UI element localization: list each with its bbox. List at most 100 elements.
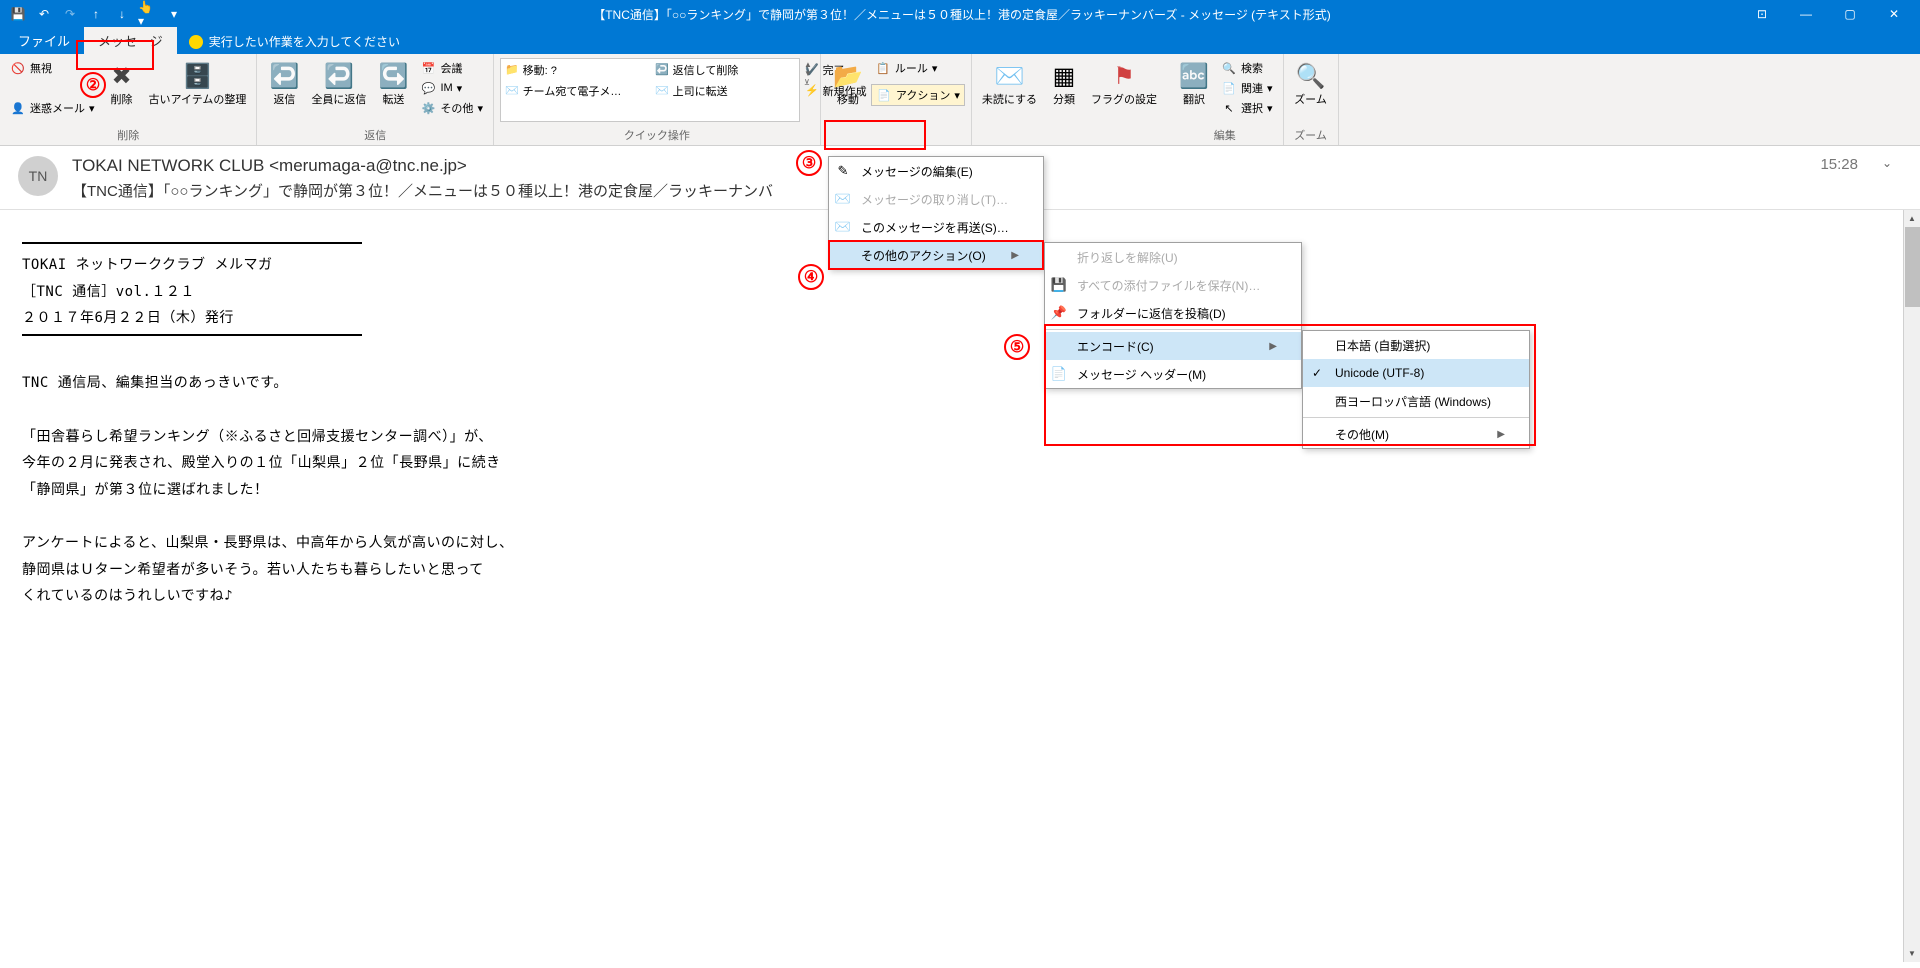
- tab-message[interactable]: メッセージ: [84, 27, 177, 54]
- delete-button[interactable]: ✖削除: [101, 58, 143, 109]
- menu-encoding-utf8[interactable]: ✓Unicode (UTF-8): [1303, 359, 1529, 387]
- ignore-button[interactable]: 🚫無視: [6, 58, 99, 78]
- next-icon[interactable]: ↓: [112, 4, 132, 24]
- body-line: 「田舎暮らし希望ランキング（※ふるさと回帰支援センター調べ）」が、: [22, 424, 1880, 451]
- zoom-button[interactable]: 🔍ズーム: [1290, 58, 1332, 109]
- find-button[interactable]: 🔍検索: [1217, 58, 1277, 78]
- categorize-icon: ▦: [1048, 60, 1080, 92]
- reply-button[interactable]: ↩️返信: [263, 58, 305, 109]
- menu-save-attachments: 💾すべての添付ファイルを保存(N)…: [1045, 271, 1301, 299]
- ribbon-group-move: 📂移動 📋ルール ▾ 📄アクション ▾ 移動: [821, 54, 972, 145]
- redo-icon[interactable]: ↷: [60, 4, 80, 24]
- im-button[interactable]: 💬IM ▾: [416, 78, 487, 98]
- menu-headers[interactable]: 📄メッセージ ヘッダー(M): [1045, 360, 1301, 388]
- window-controls: ⊡ — ▢ ✕: [1740, 0, 1916, 28]
- body-line: くれているのはうれしいですね♪: [22, 583, 1880, 610]
- submenu-arrow-icon: ▶: [1497, 429, 1505, 440]
- qs-move[interactable]: 📁移動: ?: [501, 59, 651, 80]
- menu-encoding-auto-jp[interactable]: 日本語 (自動選択): [1303, 331, 1529, 359]
- qs-reply-delete[interactable]: ↩️返信して削除: [651, 59, 801, 80]
- tell-me-label: 実行したい作業を入力してください: [209, 33, 400, 50]
- message-time: 15:28: [1820, 156, 1868, 173]
- quicksteps-gallery[interactable]: 📁移動: ? ✉️チーム宛て電子メ… ↩️返信して削除 ✉️上司に転送 ✔️完了…: [500, 58, 800, 122]
- forward-boss-icon: ✉️: [655, 84, 669, 97]
- flag-button[interactable]: ⚑フラグの設定: [1087, 58, 1161, 109]
- ignore-icon: 🚫: [10, 60, 26, 76]
- archive-icon: 🗄️: [181, 60, 213, 92]
- ribbon-group-tags: ✉️未読にする ▦分類 ⚑フラグの設定: [972, 54, 1167, 145]
- more-icon: ⚙️: [420, 100, 436, 116]
- vertical-scrollbar[interactable]: ▲ ▼: [1903, 210, 1920, 962]
- zoom-icon: 🔍: [1295, 60, 1327, 92]
- find-icon: 🔍: [1221, 60, 1237, 76]
- unread-button[interactable]: ✉️未読にする: [978, 58, 1041, 109]
- qs-boss[interactable]: ✉️上司に転送: [651, 80, 801, 101]
- menu-edit-message[interactable]: ✎メッセージの編集(E): [829, 157, 1043, 185]
- minimize-button[interactable]: —: [1784, 0, 1828, 28]
- related-button[interactable]: 📄関連 ▾: [1217, 78, 1277, 98]
- scroll-up-button[interactable]: ▲: [1904, 210, 1920, 227]
- sender-avatar: TN: [18, 156, 58, 196]
- window-title: 【TNC通信】「○○ランキング」で静岡が第３位！／メニューは５０種以上！港の定食…: [184, 6, 1740, 23]
- menu-other-actions[interactable]: その他のアクション(O)▶: [829, 241, 1043, 269]
- tell-me-search[interactable]: 実行したい作業を入力してください: [189, 33, 400, 54]
- body-line: アンケートによると、山梨県・長野県は、中高年から人気が高いのに対し、: [22, 530, 1880, 557]
- collapse-header-button[interactable]: ⌄: [1882, 156, 1902, 170]
- forward-button[interactable]: ↪️転送: [372, 58, 414, 109]
- scroll-thumb[interactable]: [1905, 227, 1920, 307]
- blank-icon: [833, 245, 853, 265]
- delete-icon: ✖: [106, 60, 138, 92]
- reply-all-button[interactable]: ↩️全員に返信: [307, 58, 370, 109]
- move-button[interactable]: 📂移動: [827, 58, 869, 109]
- junk-mail-button[interactable]: 👤迷惑メール ▾: [6, 98, 99, 118]
- forward-icon: ↪️: [377, 60, 409, 92]
- archive-button[interactable]: 🗄️古いアイテムの整理: [145, 58, 251, 109]
- menu-post-reply-folder[interactable]: 📌フォルダーに返信を投稿(D): [1045, 299, 1301, 327]
- divider: [22, 334, 362, 336]
- categorize-button[interactable]: ▦分類: [1043, 58, 1085, 109]
- prev-icon[interactable]: ↑: [86, 4, 106, 24]
- post-reply-icon: 📌: [1049, 303, 1069, 323]
- rules-button[interactable]: 📋ルール ▾: [871, 58, 965, 78]
- message-body-container: TOKAI ネットワーククラブ メルマガ ［TNC 通信］vol.１２１ ２０１…: [0, 210, 1920, 962]
- body-line: ［TNC 通信］vol.１２１: [22, 279, 1880, 306]
- meeting-button[interactable]: 📅会議: [416, 58, 487, 78]
- actions-button[interactable]: 📄アクション ▾: [871, 84, 965, 106]
- translate-icon: 🔤: [1178, 60, 1210, 92]
- ribbon-options-icon[interactable]: ⊡: [1740, 0, 1784, 28]
- tab-file[interactable]: ファイル: [4, 27, 84, 54]
- menu-encoding-western[interactable]: 西ヨーロッパ言語 (Windows): [1303, 387, 1529, 415]
- divider: [22, 242, 362, 244]
- menu-encoding[interactable]: エンコード(C)▶: [1045, 332, 1301, 360]
- close-button[interactable]: ✕: [1872, 0, 1916, 28]
- more-respond-button[interactable]: ⚙️その他 ▾: [416, 98, 487, 118]
- quick-access-toolbar: 💾 ↶ ↷ ↑ ↓ 👆▾ ▾: [4, 4, 184, 24]
- customize-qat-icon[interactable]: ▾: [164, 4, 184, 24]
- menu-recall-message: ✉️メッセージの取り消し(T)…: [829, 185, 1043, 213]
- touch-mode-icon[interactable]: 👆▾: [138, 4, 158, 24]
- save-icon[interactable]: 💾: [8, 4, 28, 24]
- bulb-icon: [189, 35, 203, 49]
- menu-unwrap: 折り返しを解除(U): [1045, 243, 1301, 271]
- scroll-down-button[interactable]: ▼: [1904, 945, 1920, 962]
- body-line: 静岡県はＵターン希望者が多いそう。若い人たちも暮らしたいと思って: [22, 557, 1880, 584]
- recall-icon: ✉️: [833, 189, 853, 209]
- translate-button[interactable]: 🔤翻訳: [1173, 58, 1215, 109]
- flag-icon: ⚑: [1108, 60, 1140, 92]
- save-attach-icon: 💾: [1049, 275, 1069, 295]
- other-actions-dropdown: 折り返しを解除(U) 💾すべての添付ファイルを保存(N)… 📌フォルダーに返信を…: [1044, 242, 1302, 389]
- select-button[interactable]: ↖選択 ▾: [1217, 98, 1277, 118]
- actions-icon: 📄: [876, 87, 892, 103]
- menu-encoding-other[interactable]: その他(M)▶: [1303, 420, 1529, 448]
- body-line: 「静岡県」が第３位に選ばれました！: [22, 477, 1880, 504]
- folder-icon: 📁: [505, 63, 519, 76]
- headers-icon: 📄: [1049, 364, 1069, 384]
- ribbon-group-zoom: 🔍ズーム ズーム: [1284, 54, 1339, 145]
- menu-resend-message[interactable]: ✉️このメッセージを再送(S)…: [829, 213, 1043, 241]
- encoding-dropdown: 日本語 (自動選択) ✓Unicode (UTF-8) 西ヨーロッパ言語 (Wi…: [1302, 330, 1530, 449]
- related-icon: 📄: [1221, 80, 1237, 96]
- quicksteps-expand[interactable]: ▲▼⊻: [802, 58, 814, 89]
- qs-team[interactable]: ✉️チーム宛て電子メ…: [501, 80, 651, 101]
- maximize-button[interactable]: ▢: [1828, 0, 1872, 28]
- undo-icon[interactable]: ↶: [34, 4, 54, 24]
